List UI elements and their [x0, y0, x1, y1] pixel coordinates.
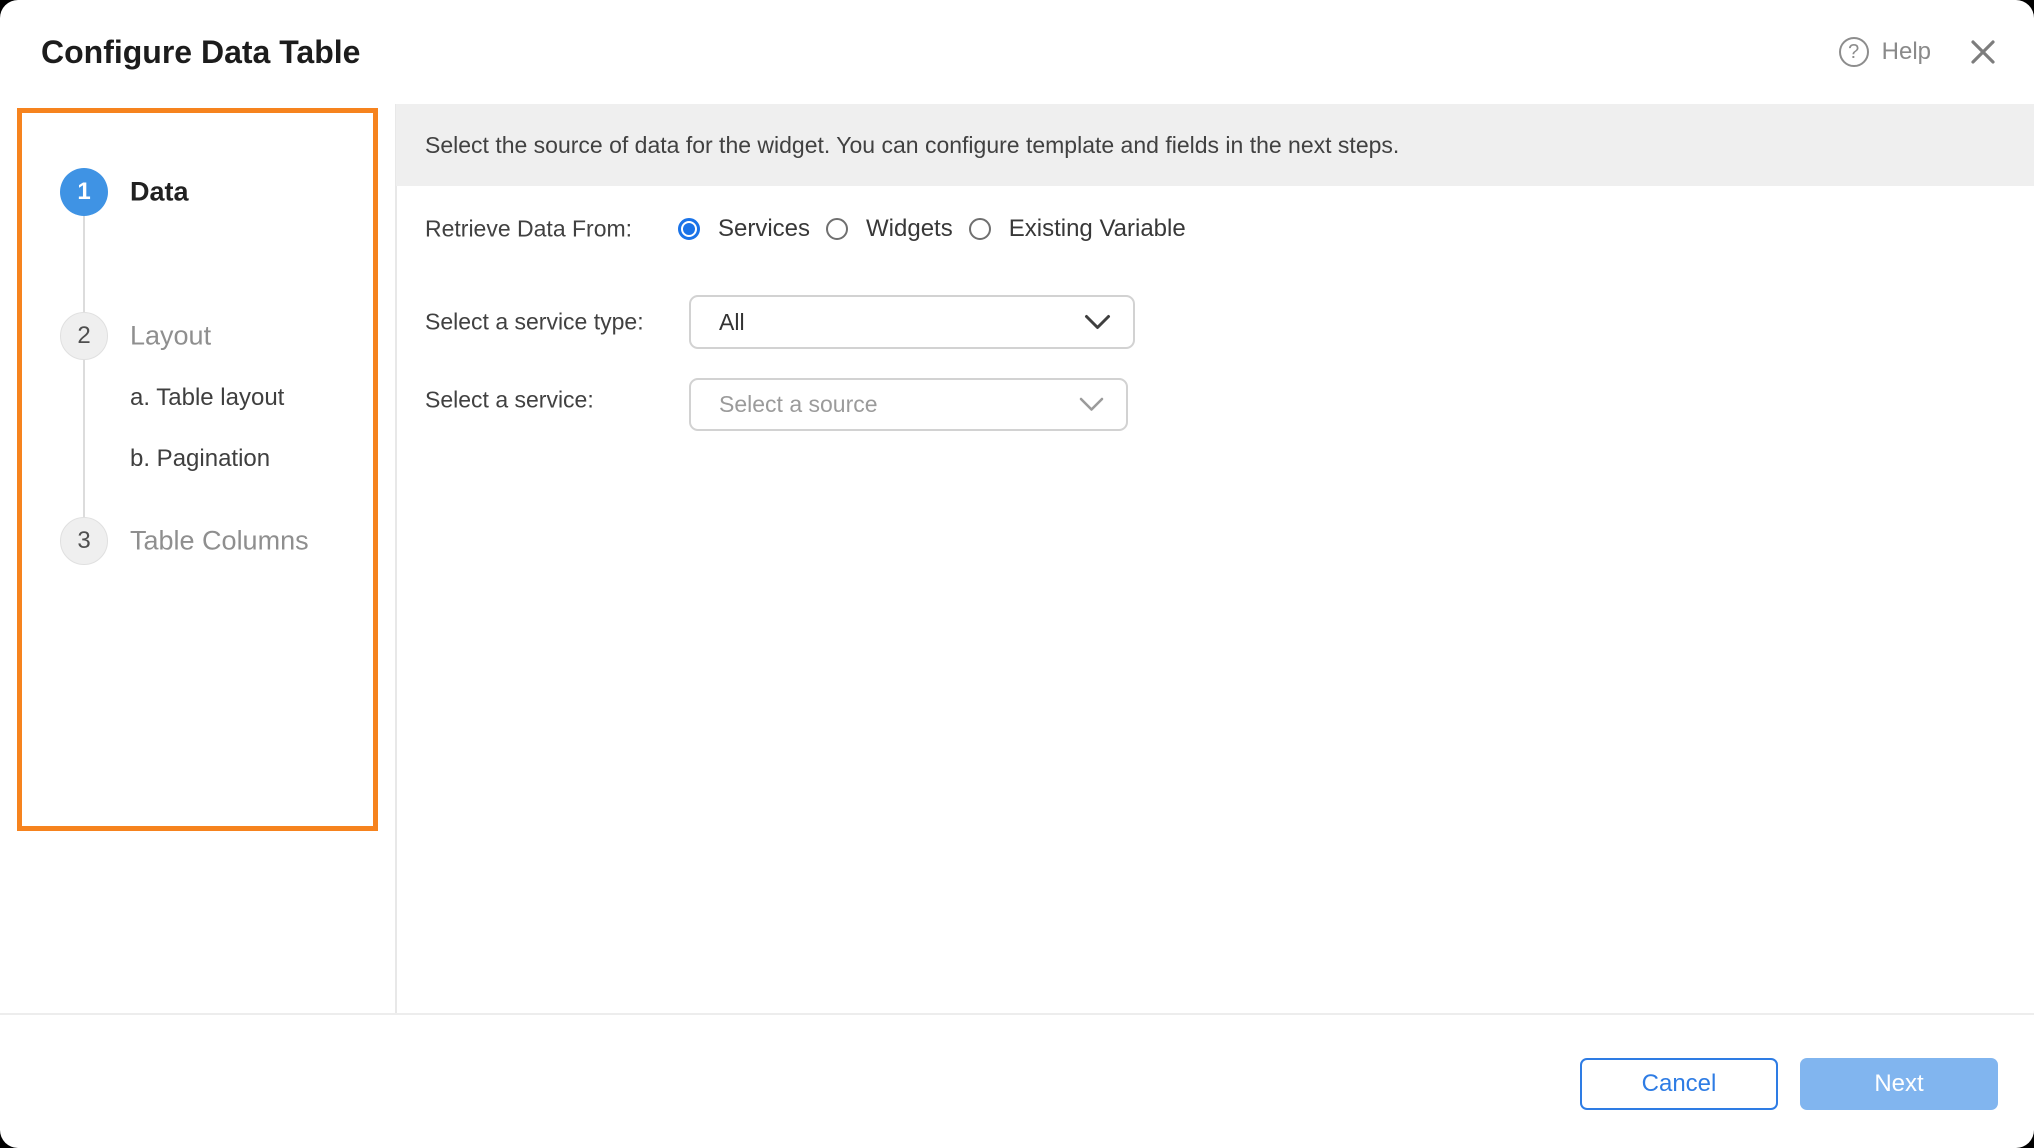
retrieve-data-from-label: Retrieve Data From:: [425, 216, 632, 243]
radio-services-icon: [678, 218, 700, 240]
info-banner-text: Select the source of data for the widget…: [425, 132, 1399, 159]
chevron-down-icon: [1084, 314, 1111, 331]
configure-data-table-dialog: Configure Data Table ? Help 1 Data 2 Lay…: [0, 0, 2034, 1148]
close-icon[interactable]: [1968, 37, 1998, 67]
page-title: Configure Data Table: [41, 0, 360, 104]
radio-widgets[interactable]: Widgets: [826, 215, 953, 243]
radio-widgets-label: Widgets: [866, 215, 953, 243]
help-label: Help: [1882, 38, 1931, 66]
header-actions: ? Help: [1839, 0, 1998, 104]
service-type-dropdown[interactable]: All: [689, 295, 1135, 349]
substep-table-layout[interactable]: a. Table layout: [130, 384, 284, 412]
step-3-circle[interactable]: 3: [60, 517, 108, 565]
cancel-button[interactable]: Cancel: [1580, 1058, 1778, 1110]
info-banner: Select the source of data for the widget…: [396, 104, 2034, 186]
footer-divider: [0, 1013, 2034, 1015]
step-connector: [83, 216, 85, 312]
service-type-label: Select a service type:: [425, 309, 644, 336]
service-placeholder: Select a source: [719, 391, 1079, 418]
step-1-circle[interactable]: 1: [60, 168, 108, 216]
chevron-down-icon: [1079, 397, 1104, 412]
step-connector: [83, 360, 85, 517]
sidebar-divider: [395, 104, 397, 1013]
service-dropdown[interactable]: Select a source: [689, 378, 1128, 431]
radio-services-label: Services: [718, 215, 810, 243]
service-label: Select a service:: [425, 387, 594, 414]
help-button[interactable]: ? Help: [1839, 37, 1931, 67]
next-button[interactable]: Next: [1800, 1058, 1998, 1110]
step-2-circle[interactable]: 2: [60, 312, 108, 360]
retrieve-data-radio-group: Services Widgets Existing Variable: [678, 215, 1202, 243]
radio-widgets-icon: [826, 218, 848, 240]
help-icon: ?: [1839, 37, 1869, 67]
radio-existing-variable-label: Existing Variable: [1009, 215, 1186, 243]
radio-existing-variable-icon: [969, 218, 991, 240]
step-2-label-layout[interactable]: Layout: [130, 321, 211, 352]
step-3-label-table-columns[interactable]: Table Columns: [130, 526, 309, 557]
radio-services[interactable]: Services: [678, 215, 810, 243]
radio-existing-variable[interactable]: Existing Variable: [969, 215, 1186, 243]
service-type-value: All: [719, 309, 1084, 336]
step-1-label-data[interactable]: Data: [130, 177, 189, 208]
substep-pagination[interactable]: b. Pagination: [130, 445, 270, 473]
